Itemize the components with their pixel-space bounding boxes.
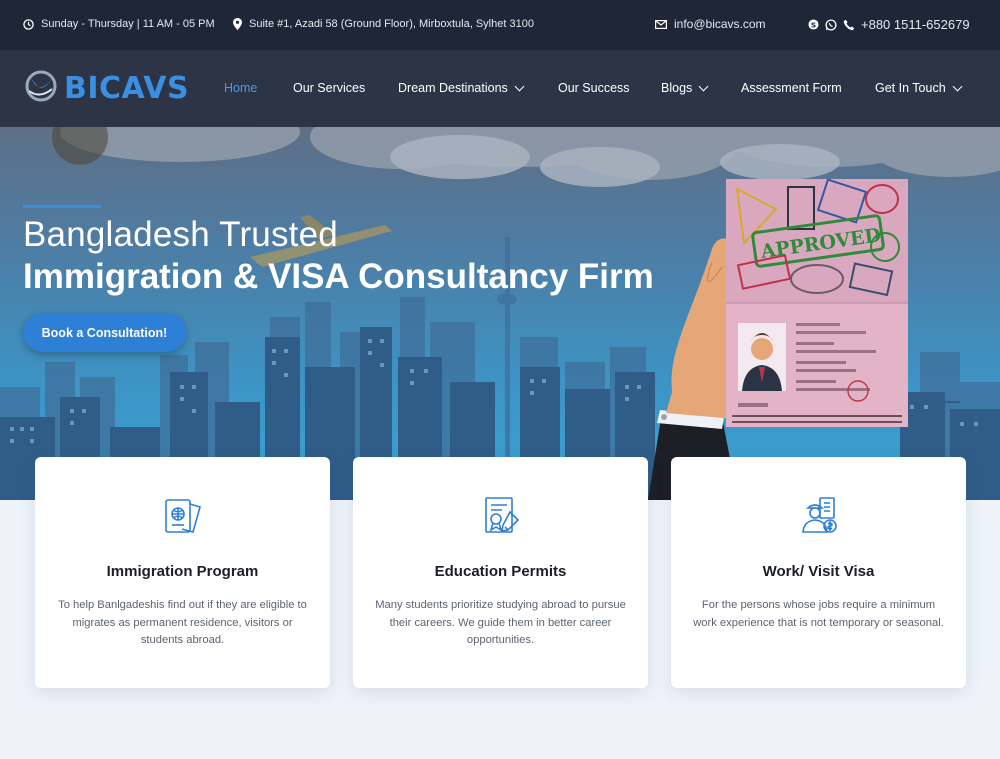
service-card-education[interactable]: Education Permits Many students prioriti… (353, 457, 648, 688)
service-card-work-visa[interactable]: Work/ Visit Visa For the persons whose j… (671, 457, 966, 688)
nav-home[interactable]: Home (224, 81, 257, 95)
nav-blogs[interactable]: Blogs (661, 81, 709, 95)
phone-icon (843, 19, 855, 31)
hero-title: Immigration & VISA Consultancy Firm (23, 257, 654, 296)
book-consultation-button[interactable]: Book a Consultation! (23, 313, 186, 352)
hours-text: Sunday - Thursday | 11 AM - 05 PM (41, 18, 215, 30)
card-description: Many students prioritize studying abroad… (375, 599, 626, 646)
svg-text:S: S (811, 20, 816, 29)
card-description: For the persons whose jobs require a min… (693, 599, 944, 629)
phone-info: S +880 1511-652679 (808, 17, 970, 32)
chevron-down-icon (698, 81, 709, 91)
nav-home-label: Home (224, 81, 258, 95)
nav-our-services-label: Our Services (293, 81, 366, 95)
address-text: Suite #1, Azadi 58 (Ground Floor), Mirbo… (249, 18, 534, 30)
card-title: Education Permits (434, 563, 567, 580)
site-header: BICAVS Home Our Services Dream Destinati… (0, 50, 1000, 127)
nav-get-in-touch[interactable]: Get In Touch (875, 81, 963, 95)
nav-dream-destinations[interactable]: Dream Destinations (398, 81, 525, 95)
nav-our-services[interactable]: Our Services (293, 81, 365, 95)
hero-banner: APPROVED Bangladesh Trusted Immigration … (0, 127, 1000, 500)
hero-subtitle: Bangladesh Trusted (23, 215, 338, 254)
main-navigation: Home Our Services Dream Destinations Our… (0, 50, 1000, 127)
nav-our-success[interactable]: Our Success (558, 81, 630, 95)
nav-get-in-touch-label: Get In Touch (875, 81, 946, 95)
nav-our-success-label: Our Success (558, 81, 630, 95)
hours-info: Sunday - Thursday | 11 AM - 05 PM (23, 18, 215, 30)
nav-dream-destinations-label: Dream Destinations (398, 81, 508, 95)
nav-assessment-form[interactable]: Assessment Form (741, 81, 842, 95)
nav-assessment-form-label: Assessment Form (741, 81, 842, 95)
card-title: Immigration Program (106, 563, 259, 580)
map-pin-icon (233, 18, 242, 30)
email-link[interactable]: info@bicavs.com (674, 17, 766, 31)
hero-accent-line (23, 205, 101, 208)
skype-icon[interactable]: S (808, 19, 819, 30)
envelope-icon (655, 19, 667, 29)
nav-blogs-label: Blogs (661, 81, 693, 95)
passport-icon (162, 494, 204, 541)
address-info: Suite #1, Azadi 58 (Ground Floor), Mirbo… (233, 18, 534, 30)
clock-icon (23, 18, 34, 30)
chevron-down-icon (952, 81, 963, 91)
service-card-immigration[interactable]: Immigration Program To help Banlgadeshis… (35, 457, 330, 688)
top-info-bar: Sunday - Thursday | 11 AM - 05 PM Suite … (0, 0, 1000, 50)
phone-number[interactable]: +880 1511-652679 (861, 17, 970, 32)
chevron-down-icon (514, 81, 525, 91)
card-description: To help Banlgadeshis find out if they ar… (58, 599, 307, 646)
whatsapp-icon[interactable] (825, 18, 837, 31)
certificate-icon (480, 494, 522, 541)
email-info[interactable]: info@bicavs.com (655, 17, 766, 31)
worker-icon (798, 494, 840, 541)
card-title: Work/ Visit Visa (762, 563, 875, 580)
